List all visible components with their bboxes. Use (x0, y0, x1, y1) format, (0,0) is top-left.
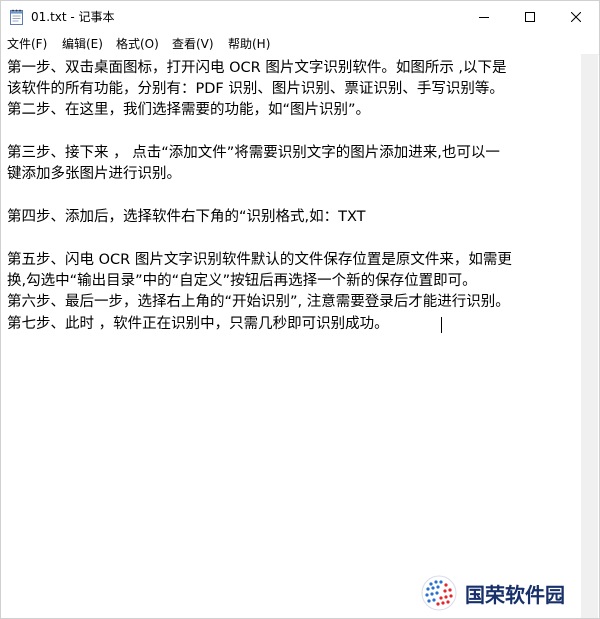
text-line-13: 第七步、此时 ，软件正在识别中，只需几秒即可识别成功。 (7, 316, 389, 332)
watermark: 国荣软件园 (417, 571, 587, 615)
text-line-2: 该软件的所有功能，分别有：PDF 识别、图片识别、票证识别、手写识别等。 (7, 81, 504, 97)
minimize-icon (479, 7, 489, 26)
minimize-button[interactable] (461, 1, 507, 32)
notepad-window: 01.txt - 记事本 文件(F) 编辑(E) 格式(O) 查看(V) 帮助(… (0, 0, 600, 619)
menu-file[interactable]: 文件(F) (7, 35, 47, 52)
maximize-button[interactable] (507, 1, 553, 32)
text-line-11: 换,勾选中“输出目录”中的“自定义”按钮后再选择一个新的保存位置即可。 (7, 273, 477, 289)
watermark-text: 国荣软件园 (465, 583, 565, 607)
menu-view[interactable]: 查看(V) (172, 35, 214, 52)
text-line-8: 第四步、添加后，选择软件右下角的“识别格式,如：TXT (7, 209, 366, 225)
text-editor[interactable]: 第一步、双击桌面图标，打开闪电 OCR 图片文字识别软件。如图所示 ,以下是 该… (1, 54, 581, 618)
text-line-12: 第六步、最后一步，选择右上角的“开始识别”, 注意需要登录后才能进行识别。 (7, 294, 510, 310)
title-bar[interactable]: 01.txt - 记事本 (1, 1, 599, 32)
text-line-10: 第五步、闪电 OCR 图片文字识别软件默认的文件保存位置是原文件来，如需更 (7, 252, 512, 268)
text-caret (441, 317, 442, 333)
menu-format[interactable]: 格式(O) (116, 35, 159, 52)
notepad-icon (10, 9, 23, 25)
menu-help[interactable]: 帮助(H) (228, 35, 270, 52)
menu-bar: 文件(F) 编辑(E) 格式(O) 查看(V) 帮助(H) (1, 32, 599, 55)
text-line-3: 第二步、在这里，我们选择需要的功能，如“图片识别”。 (7, 102, 371, 118)
text-line-5: 第三步、接下来 ， 点击“添加文件”将需要识别文字的图片添加进来,也可以一 (7, 145, 500, 161)
vertical-scrollbar[interactable] (581, 54, 598, 618)
window-title: 01.txt - 记事本 (31, 10, 115, 24)
maximize-icon (525, 7, 535, 26)
menu-edit[interactable]: 编辑(E) (62, 35, 103, 52)
text-line-1: 第一步、双击桌面图标，打开闪电 OCR 图片文字识别软件。如图所示 ,以下是 (7, 60, 507, 76)
text-line-6: 键添加多张图片进行识别。 (7, 166, 181, 182)
close-button[interactable] (553, 1, 599, 32)
close-icon (570, 7, 582, 26)
